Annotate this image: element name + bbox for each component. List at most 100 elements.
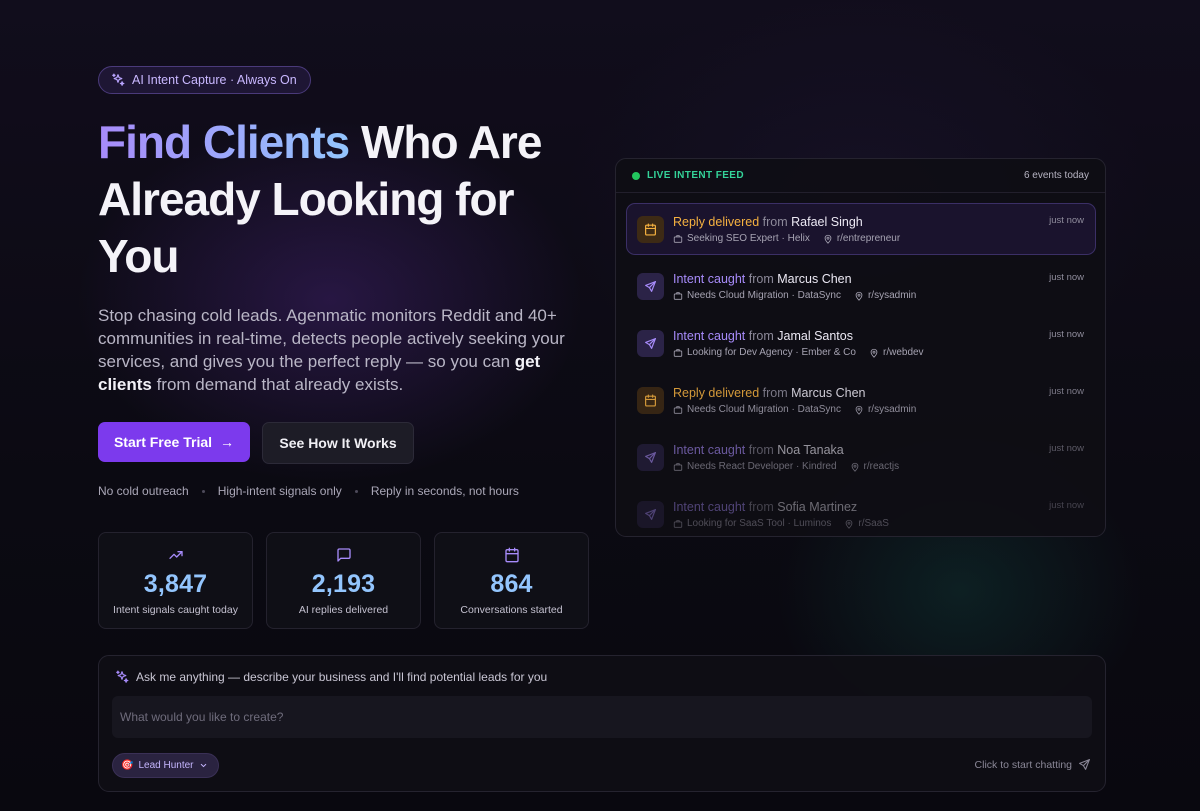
event-kind: Intent caught xyxy=(673,443,746,457)
hero-description-text: Stop chasing cold leads. Agenmatic monit… xyxy=(98,306,565,371)
hero-description-end: from demand that already exists. xyxy=(151,375,404,394)
event-need: Seeking SEO Expert · Helix xyxy=(687,233,810,244)
start-free-trial-button[interactable]: Start Free Trial → xyxy=(98,422,250,462)
event-headline: Intent caught from Marcus Chen xyxy=(673,272,852,286)
calendar-icon xyxy=(504,547,519,563)
stat-value: 2,193 xyxy=(311,570,376,598)
chat-input[interactable] xyxy=(112,696,1092,738)
event-time: just now xyxy=(1049,215,1084,226)
chevron-down-icon xyxy=(200,763,206,768)
event-person: Jamal Santos xyxy=(777,329,853,343)
event-time: just now xyxy=(1049,500,1084,511)
briefcase-icon xyxy=(673,234,683,243)
see-how-it-works-label: See How It Works xyxy=(279,435,397,451)
stat-card-intent-signals: 3,847 Intent signals caught today xyxy=(98,532,253,629)
send-icon xyxy=(637,273,664,300)
map-pin-icon xyxy=(870,348,878,358)
map-pin-icon xyxy=(855,291,863,301)
live-dot-icon xyxy=(632,171,640,180)
hero-title-highlight: Find Clients xyxy=(98,116,350,168)
event-from: from xyxy=(762,215,788,229)
event-community: r/webdev xyxy=(882,347,924,358)
event-from: from xyxy=(762,386,788,400)
arrow-right-icon: → xyxy=(220,434,235,450)
map-pin-icon xyxy=(846,519,853,529)
event-need: Needs Cloud Migration · DataSync xyxy=(687,290,841,301)
event-details: Needs Cloud Migration · DataSync r/sysad… xyxy=(673,290,916,301)
feed-event[interactable]: Intent caught from Sofia Martinez Lookin… xyxy=(626,488,1096,536)
feed-event[interactable]: Intent caught from Marcus Chen Needs Clo… xyxy=(626,260,1096,312)
feed-event[interactable]: Intent caught from Noa Tanaka Needs Reac… xyxy=(626,431,1096,483)
send-icon xyxy=(637,444,664,471)
map-pin-icon xyxy=(824,234,832,244)
event-details: Needs Cloud Migration · DataSync r/sysad… xyxy=(673,404,916,415)
event-need: Needs Cloud Migration · DataSync xyxy=(687,404,841,415)
send-icon xyxy=(637,330,664,357)
announcement-badge: AI Intent Capture · Always On xyxy=(98,66,311,94)
map-pin-icon xyxy=(851,462,858,472)
event-community: r/sysadmin xyxy=(867,404,917,415)
see-how-it-works-button[interactable]: See How It Works xyxy=(262,422,414,464)
feed-event[interactable]: Intent caught from Jamal Santos Looking … xyxy=(626,317,1096,369)
agent-label: Lead Hunter xyxy=(138,760,194,771)
live-intent-feed: LIVE INTENT FEED 6 events today Reply de… xyxy=(615,158,1106,537)
event-person: Noa Tanaka xyxy=(777,443,844,457)
event-kind: Intent caught xyxy=(673,272,746,286)
perk-item: High-intent signals only xyxy=(217,484,342,498)
agent-selector[interactable]: 🎯 Lead Hunter xyxy=(112,753,219,778)
event-need: Looking for SaaS Tool · Luminos xyxy=(687,518,832,529)
event-from: from xyxy=(748,329,774,343)
stat-value: 3,847 xyxy=(143,570,208,598)
event-person: Rafael Singh xyxy=(791,215,863,229)
stat-label: Conversations started xyxy=(460,604,563,616)
event-need: Needs React Developer · Kindred xyxy=(687,461,837,472)
feed-event-count: 6 events today xyxy=(1023,170,1089,181)
start-free-trial-label: Start Free Trial xyxy=(113,434,213,450)
event-kind: Intent caught xyxy=(673,500,746,514)
event-kind: Reply delivered xyxy=(673,215,760,229)
event-need: Looking for Dev Agency · Ember & Co xyxy=(687,347,856,358)
feed-live-indicator: LIVE INTENT FEED xyxy=(632,170,744,181)
event-community: r/reactjs xyxy=(863,461,900,472)
event-from: from xyxy=(748,272,774,286)
trending-up-icon xyxy=(168,551,183,559)
separator-dot xyxy=(201,489,205,493)
chat-prompt: Ask me anything — describe your business… xyxy=(115,670,547,684)
separator-dot xyxy=(354,489,358,493)
event-time: just now xyxy=(1049,443,1084,454)
event-details: Needs React Developer · Kindred r/reactj… xyxy=(673,461,899,472)
feed-event[interactable]: Reply delivered from Rafael Singh Seekin… xyxy=(626,203,1096,255)
event-time: just now xyxy=(1049,386,1084,397)
badge-label: AI Intent Capture · Always On xyxy=(132,73,297,87)
event-details: Looking for Dev Agency · Ember & Co r/we… xyxy=(673,347,924,358)
calendar-icon xyxy=(637,387,664,414)
feed-title: LIVE INTENT FEED xyxy=(647,170,744,181)
event-headline: Reply delivered from Rafael Singh xyxy=(673,215,863,229)
start-chatting-button[interactable]: Click to start chatting xyxy=(975,758,1091,771)
briefcase-icon xyxy=(673,519,683,528)
event-headline: Reply delivered from Marcus Chen xyxy=(673,386,865,400)
event-kind: Reply delivered xyxy=(673,386,760,400)
event-headline: Intent caught from Sofia Martinez xyxy=(673,500,857,514)
event-person: Sofia Martinez xyxy=(777,500,858,514)
event-person: Marcus Chen xyxy=(791,386,866,400)
send-icon xyxy=(1079,759,1090,770)
map-pin-icon xyxy=(855,405,863,415)
chat-panel: Ask me anything — describe your business… xyxy=(98,655,1106,792)
event-headline: Intent caught from Noa Tanaka xyxy=(673,443,844,457)
perk-item: Reply in seconds, not hours xyxy=(370,484,519,498)
chat-prompt-text: Ask me anything — describe your business… xyxy=(136,670,548,684)
event-community: r/SaaS xyxy=(858,518,889,529)
hero-title: Find Clients Who Are Already Looking for… xyxy=(98,114,598,285)
event-person: Marcus Chen xyxy=(777,272,852,286)
event-community: r/entrepreneur xyxy=(836,233,901,244)
feed-event[interactable]: Reply delivered from Marcus Chen Needs C… xyxy=(626,374,1096,426)
feed-header: LIVE INTENT FEED 6 events today xyxy=(616,159,1105,193)
event-details: Looking for SaaS Tool · Luminos r/SaaS xyxy=(673,518,889,529)
send-icon xyxy=(637,501,664,528)
perk-item: No cold outreach xyxy=(98,484,189,498)
sparkles-icon xyxy=(112,73,125,86)
hero-description: Stop chasing cold leads. Agenmatic monit… xyxy=(98,304,578,396)
briefcase-icon xyxy=(673,291,683,300)
event-from: from xyxy=(748,500,774,514)
